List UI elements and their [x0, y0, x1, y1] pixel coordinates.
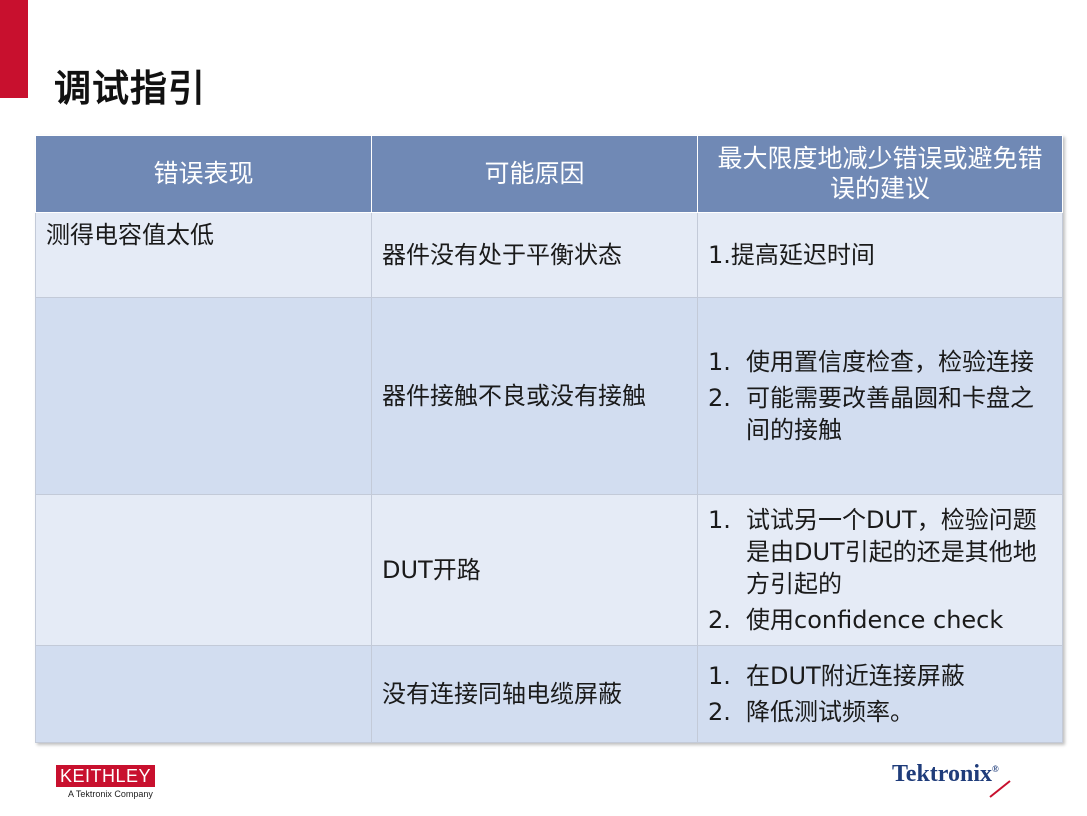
cause-cell: DUT开路 [371, 494, 698, 646]
table-header-row: 错误表现 可能原因 最大限度地减少错误或避免错误的建议 [35, 135, 1063, 213]
symptom-cell [35, 494, 372, 646]
symptom-cell [35, 645, 372, 743]
table-row: 测得电容值太低 器件没有处于平衡状态 1.提高延迟时间 [35, 212, 1063, 298]
header-suggestion: 最大限度地减少错误或避免错误的建议 [697, 135, 1063, 213]
tektronix-slash-icon [989, 780, 1011, 798]
header-cause: 可能原因 [371, 135, 698, 213]
cause-cell: 器件没有处于平衡状态 [371, 212, 698, 298]
symptom-cell: 测得电容值太低 [35, 212, 372, 298]
suggestion-list: 1. 试试另一个DUT，检验问题是由DUT引起的还是其他地方引起的 2. 使用con… [708, 504, 1052, 636]
suggestion-cell: 1. 在DUT附近连接屏蔽 2. 降低测试频率。 [697, 645, 1063, 743]
suggestion-cell: 1. 试试另一个DUT，检验问题是由DUT引起的还是其他地方引起的 2. 使用con… [697, 494, 1063, 646]
symptom-cell [35, 297, 372, 495]
troubleshooting-table: 错误表现 可能原因 最大限度地减少错误或避免错误的建议 测得电容值太低 器件没有… [35, 135, 1063, 743]
cause-cell: 没有连接同轴电缆屏蔽 [371, 645, 698, 743]
list-item: 2. 使用confidence check [708, 606, 1004, 634]
tektronix-logo: Tektronix® [892, 761, 1011, 798]
accent-bar [0, 0, 28, 98]
table-row: 器件接触不良或没有接触 1. 使用置信度检查，检验连接 2. 可能需要改善晶圆和卡盘… [35, 297, 1063, 495]
table-row: DUT开路 1. 试试另一个DUT，检验问题是由DUT引起的还是其他地方引起的 2… [35, 494, 1063, 646]
table-row: 没有连接同轴电缆屏蔽 1. 在DUT附近连接屏蔽 2. 降低测试频率。 [35, 645, 1063, 743]
header-symptom: 错误表现 [35, 135, 372, 213]
suggestion-list: 1. 在DUT附近连接屏蔽 2. 降低测试频率。 [708, 660, 1052, 728]
list-item: 2. 可能需要改善晶圆和卡盘之间的接触 [708, 384, 1034, 444]
list-item: 1. 在DUT附近连接屏蔽 [708, 662, 965, 690]
list-item: 1. 试试另一个DUT，检验问题是由DUT引起的还是其他地方引起的 [708, 506, 1037, 598]
keithley-logo: KEITHLEY A Tektronix Company [56, 765, 156, 799]
suggestion-text: 1.提高延迟时间 [708, 241, 875, 269]
slide-title: 调试指引 [54, 67, 206, 110]
suggestion-list: 1. 使用置信度检查，检验连接 2. 可能需要改善晶圆和卡盘之间的接触 [708, 346, 1052, 446]
keithley-tagline: A Tektronix Company [68, 789, 153, 799]
list-item: 1. 使用置信度检查，检验连接 [708, 348, 1034, 376]
list-item: 2. 降低测试频率。 [708, 698, 914, 726]
keithley-wordmark: KEITHLEY [56, 765, 156, 787]
cause-cell: 器件接触不良或没有接触 [371, 297, 698, 495]
suggestion-cell: 1.提高延迟时间 [697, 212, 1063, 298]
suggestion-cell: 1. 使用置信度检查，检验连接 2. 可能需要改善晶圆和卡盘之间的接触 [697, 297, 1063, 495]
